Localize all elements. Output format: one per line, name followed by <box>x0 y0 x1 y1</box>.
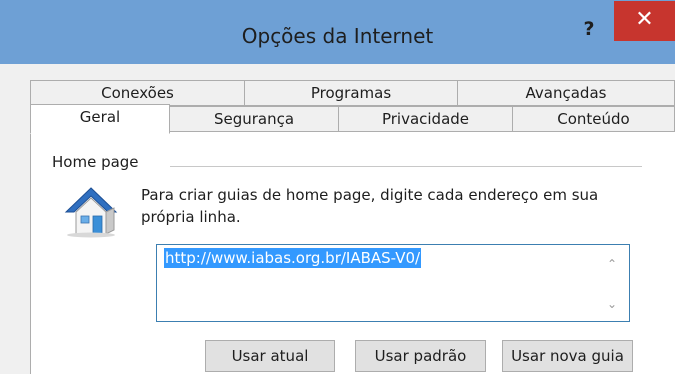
home-page-url-value: http://www.iabas.org.br/IABAS-V0/ <box>164 248 422 268</box>
group-divider <box>170 166 642 167</box>
tab-conexoes[interactable]: Conexões <box>30 80 245 106</box>
tab-geral[interactable]: Geral <box>30 104 170 134</box>
home-page-description: Para criar guias de home page, digite ca… <box>141 186 599 226</box>
title-bar: Opções da Internet ? ✕ <box>0 0 675 64</box>
home-page-url-textarea[interactable]: http://www.iabas.org.br/IABAS-V0/ ⌃ ⌄ <box>156 244 630 322</box>
scroll-up-arrow-icon[interactable]: ⌃ <box>605 257 619 271</box>
use-default-button[interactable]: Usar padrão <box>355 340 486 372</box>
tab-seguranca[interactable]: Segurança <box>169 106 339 132</box>
close-button[interactable]: ✕ <box>614 1 675 41</box>
home-page-group-label: Home page <box>52 153 145 171</box>
use-new-tab-button[interactable]: Usar nova guia <box>502 340 633 372</box>
scroll-down-arrow-icon[interactable]: ⌄ <box>605 297 619 311</box>
tab-programas[interactable]: Programas <box>244 80 458 106</box>
tab-avancadas[interactable]: Avançadas <box>457 80 675 106</box>
tab-conteudo[interactable]: Conteúdo <box>512 106 675 132</box>
use-current-button[interactable]: Usar atual <box>205 340 335 372</box>
help-button[interactable]: ? <box>572 14 606 44</box>
house-icon <box>64 187 118 238</box>
tab-privacidade[interactable]: Privacidade <box>338 106 513 132</box>
